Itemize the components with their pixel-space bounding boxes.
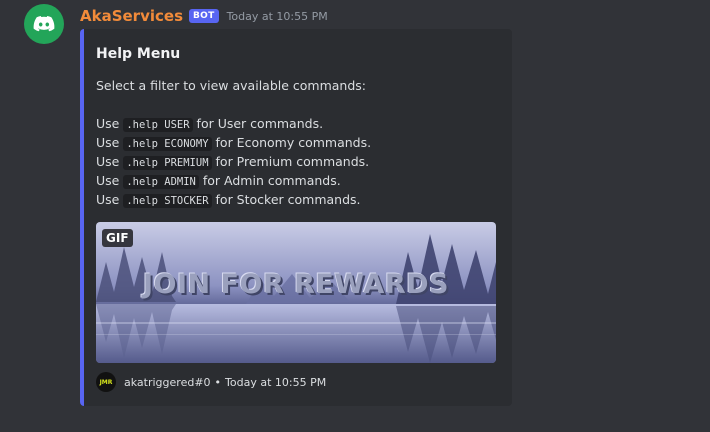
command-line: Use .help ADMIN for Admin commands. xyxy=(96,171,371,190)
embed-title: Help Menu xyxy=(96,46,181,62)
command-code: .help PREMIUM xyxy=(123,156,212,170)
command-suffix: for Admin commands. xyxy=(202,173,341,188)
discord-logo-icon xyxy=(33,16,55,32)
embed-description: Select a filter to view available comman… xyxy=(96,76,371,209)
embed-gif-image[interactable]: GIF JOIN FOR REWARDS xyxy=(96,222,496,363)
command-line: Use .help PREMIUM for Premium commands. xyxy=(96,152,371,171)
command-code: .help ADMIN xyxy=(123,175,199,189)
banner-text: JOIN FOR REWARDS xyxy=(143,269,449,300)
command-line: Use .help ECONOMY for Economy commands. xyxy=(96,133,371,152)
command-code: .help ECONOMY xyxy=(123,137,212,151)
command-line: Use .help STOCKER for Stocker commands. xyxy=(96,190,371,209)
footer-author: akatriggered#0 xyxy=(124,375,211,389)
chat-message: AkaServices BOT Today at 10:55 PM Help M… xyxy=(0,0,710,432)
help-embed: Help Menu Select a filter to view availa… xyxy=(80,29,512,406)
gif-badge: GIF xyxy=(102,229,133,247)
message-timestamp: Today at 10:55 PM xyxy=(226,9,328,23)
command-code: .help STOCKER xyxy=(123,194,212,208)
command-prefix: Use xyxy=(96,135,120,150)
bot-avatar[interactable] xyxy=(24,4,64,44)
embed-footer: JMR akatriggered#0 • Today at 10:55 PM xyxy=(96,372,326,392)
embed-intro: Select a filter to view available comman… xyxy=(96,78,367,93)
command-line: Use .help USER for User commands. xyxy=(96,114,371,133)
message-header: AkaServices BOT Today at 10:55 PM xyxy=(80,6,328,26)
command-code: .help USER xyxy=(123,118,193,132)
command-prefix: Use xyxy=(96,154,120,169)
footer-avatar: JMR xyxy=(96,372,116,392)
command-prefix: Use xyxy=(96,116,120,131)
command-suffix: for Economy commands. xyxy=(215,135,372,150)
embed-accent-bar xyxy=(80,29,84,406)
command-suffix: for User commands. xyxy=(196,116,324,131)
bot-tag: BOT xyxy=(189,9,219,23)
command-prefix: Use xyxy=(96,192,120,207)
command-suffix: for Premium commands. xyxy=(215,154,370,169)
footer-time: Today at 10:55 PM xyxy=(225,375,327,389)
command-list: Use .help USER for User commands. Use .h… xyxy=(96,114,371,209)
footer-separator: • xyxy=(214,375,222,389)
command-prefix: Use xyxy=(96,173,120,188)
username[interactable]: AkaServices xyxy=(80,7,183,25)
command-suffix: for Stocker commands. xyxy=(215,192,361,207)
